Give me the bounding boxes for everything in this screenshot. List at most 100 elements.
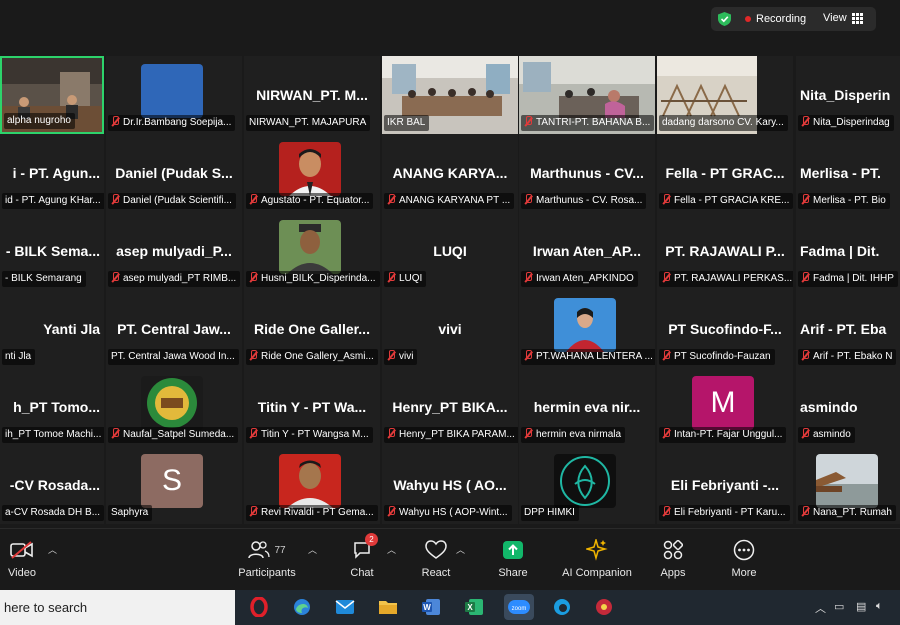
- participant-tile[interactable]: ANANG KARYA... ANANG KARYANA PT ...: [382, 134, 518, 212]
- participant-name-label: Fella - PT GRACIA KRE...: [659, 193, 793, 209]
- participant-display-name: Irwan Aten_AP...: [532, 243, 642, 259]
- participant-name-label: Merlisa - PT. Bio: [798, 193, 890, 209]
- participant-tile[interactable]: IKR BAL: [382, 56, 518, 134]
- chat-button[interactable]: 2 Chat: [347, 533, 378, 579]
- participant-tile[interactable]: Fadma | Dit. Fadma | Dit. IHHP: [796, 212, 900, 290]
- participants-caret-icon[interactable]: ︿: [308, 543, 317, 556]
- participant-tile[interactable]: Merlisa - PT. Merlisa - PT. Bio: [796, 134, 900, 212]
- participant-avatar: M: [692, 376, 754, 430]
- app-icon[interactable]: [592, 596, 616, 618]
- apps-button[interactable]: Apps: [657, 537, 689, 579]
- participant-name-label: LUQI: [384, 271, 427, 287]
- participant-name-label: Irwan Aten_APKINDO: [521, 271, 638, 287]
- participant-tile[interactable]: PT. RAJAWALI P... PT. RAJAWALI PERKAS...: [657, 212, 793, 290]
- participant-name-label: Wahyu HS ( AOP-Wint...: [384, 505, 512, 521]
- video-off-icon: [10, 541, 33, 559]
- participant-display-name: Henry_PT BIKA...: [392, 399, 508, 415]
- participant-tile[interactable]: Husni_BILK_Disperinda...: [244, 212, 380, 290]
- participant-tile[interactable]: PT.WAHANA LENTERA ...: [519, 290, 655, 368]
- participant-tile[interactable]: Eli Febriyanti -... Eli Febriyanti - PT K…: [657, 446, 793, 524]
- participant-tile[interactable]: i - PT. Agun... id - PT. Agung KHar...: [0, 134, 104, 212]
- participant-tile[interactable]: Ride One Galler... Ride One Gallery_Asmi.…: [244, 290, 380, 368]
- taskbar-search-box[interactable]: here to search: [0, 590, 235, 625]
- participant-tile[interactable]: Naufal_Satpel Sumeda...: [106, 368, 242, 446]
- participant-tile[interactable]: alpha nugroho: [0, 56, 104, 134]
- battery-icon[interactable]: ▭: [834, 600, 844, 613]
- share-button[interactable]: Share: [498, 537, 528, 579]
- mic-muted-icon: [111, 116, 119, 126]
- video-button[interactable]: Video: [5, 537, 39, 579]
- participant-tile[interactable]: DPP HIMKI: [519, 446, 655, 524]
- edge-icon[interactable]: [290, 596, 314, 618]
- file-explorer-icon[interactable]: [376, 596, 400, 618]
- participant-tile[interactable]: - BILK Sema... - BILK Semarang: [0, 212, 104, 290]
- participant-tile[interactable]: Henry_PT BIKA... Henry_PT BIKA PARAM...: [382, 368, 518, 446]
- volume-icon[interactable]: 🔈︎: [876, 600, 883, 613]
- participant-tile[interactable]: PT Sucofindo-F... PT Sucofindo-Fauzan: [657, 290, 793, 368]
- participant-tile[interactable]: Daniel (Pudak S... Daniel (Pudak Scientif…: [106, 134, 242, 212]
- participant-tile[interactable]: -CV Rosada... a-CV Rosada DH B...: [0, 446, 104, 524]
- participant-tile[interactable]: Yanti Jla nti Jla: [0, 290, 104, 368]
- recording-status-pill[interactable]: Recording View: [711, 7, 876, 31]
- participant-tile[interactable]: Titin Y - PT Wa... Titin Y - PT Wangsa M.…: [244, 368, 380, 446]
- tray-chevron-icon[interactable]: ︿: [815, 600, 826, 616]
- mail-icon[interactable]: [333, 596, 357, 618]
- mic-muted-icon: [111, 194, 119, 204]
- participant-tile[interactable]: Irwan Aten_AP... Irwan Aten_APKINDO: [519, 212, 655, 290]
- participant-tile[interactable]: hermin eva nir... hermin eva nirmala: [519, 368, 655, 446]
- participant-tile[interactable]: asmindo asmindo: [796, 368, 900, 446]
- participant-tile[interactable]: asep mulyadi_P... asep mulyadi_PT RIMB...: [106, 212, 242, 290]
- participant-tile[interactable]: PT. Central Jaw... PT. Central Jawa Wood …: [106, 290, 242, 368]
- ai-companion-button[interactable]: AI Companion: [560, 537, 634, 579]
- participant-tile[interactable]: TANTRI-PT. BAHANA B...: [519, 56, 655, 134]
- participant-tile[interactable]: M Intan-PT. Fajar Unggul...: [657, 368, 793, 446]
- react-caret-icon[interactable]: ︿: [456, 543, 465, 556]
- participant-tile[interactable]: Agustato - PT. Equator...: [244, 134, 380, 212]
- edge-dev-icon[interactable]: [550, 596, 574, 618]
- participant-tile[interactable]: Nana_PT. Rumah: [796, 446, 900, 524]
- participant-name-label: nti Jla: [2, 349, 36, 365]
- participant-name-label: Fadma | Dit. IHHP: [798, 271, 898, 287]
- participant-tile[interactable]: Revi Rivaldi - PT Gema...: [244, 446, 380, 524]
- view-button[interactable]: View: [823, 12, 863, 24]
- participant-tile[interactable]: S Saphyra: [106, 446, 242, 524]
- participant-name-label: PT Sucofindo-Fauzan: [659, 349, 775, 365]
- participant-tile[interactable]: NIRWAN_PT. M... NIRWAN_PT. MAJAPURA: [244, 56, 380, 134]
- participants-button[interactable]: 77 Participants: [234, 537, 300, 579]
- mic-muted-icon: [662, 272, 670, 282]
- participant-display-name: i - PT. Agun...: [12, 165, 100, 181]
- word-icon[interactable]: W: [419, 596, 443, 618]
- participant-display-name: Titin Y - PT Wa...: [257, 399, 367, 415]
- excel-icon[interactable]: X: [462, 596, 486, 618]
- participant-tile[interactable]: Arif - PT. Eba Arif - PT. Ebako N: [796, 290, 900, 368]
- participant-tile[interactable]: Wahyu HS ( AO... Wahyu HS ( AOP-Wint...: [382, 446, 518, 524]
- participant-tile[interactable]: h_PT Tomo... ih_PT Tomoe Machi...: [0, 368, 104, 446]
- chat-caret-icon[interactable]: ︿: [387, 543, 396, 556]
- participant-tile[interactable]: vivi vivi: [382, 290, 518, 368]
- participant-tile[interactable]: Dr.Ir.Bambang Soepija...: [106, 56, 242, 134]
- record-dot-icon: [745, 16, 751, 22]
- mic-muted-icon: [801, 272, 809, 282]
- participant-name-label: Nita_Disperindag: [798, 115, 894, 131]
- mic-muted-icon: [249, 194, 257, 204]
- video-options-caret-icon[interactable]: ︿: [48, 543, 57, 556]
- participant-tile[interactable]: Marthunus - CV... Marthunus - CV. Rosa...: [519, 134, 655, 212]
- more-button[interactable]: More: [729, 537, 759, 579]
- zoom-taskbar-icon[interactable]: zoom: [504, 594, 534, 620]
- top-bar: Recording View: [0, 0, 900, 38]
- mic-muted-icon: [662, 350, 670, 360]
- participants-label: Participants: [238, 567, 296, 579]
- opera-icon[interactable]: [247, 596, 271, 618]
- mic-muted-icon: [524, 428, 532, 438]
- mic-muted-icon: [662, 506, 670, 516]
- participant-tile[interactable]: LUQI LUQI: [382, 212, 518, 290]
- participant-name-label: hermin eva nirmala: [521, 427, 626, 443]
- react-button[interactable]: React: [420, 537, 452, 579]
- participant-tile[interactable]: Nita_Disperin Nita_Disperindag: [796, 56, 900, 134]
- participant-avatar: [141, 376, 203, 430]
- participant-tile[interactable]: Fella - PT GRAC... Fella - PT GRACIA KRE.…: [657, 134, 793, 212]
- apps-label: Apps: [660, 567, 686, 579]
- network-icon[interactable]: ▤: [856, 600, 866, 613]
- participant-tile[interactable]: dadang darsono CV. Kary...: [657, 56, 793, 134]
- participant-name-label: asmindo: [798, 427, 855, 443]
